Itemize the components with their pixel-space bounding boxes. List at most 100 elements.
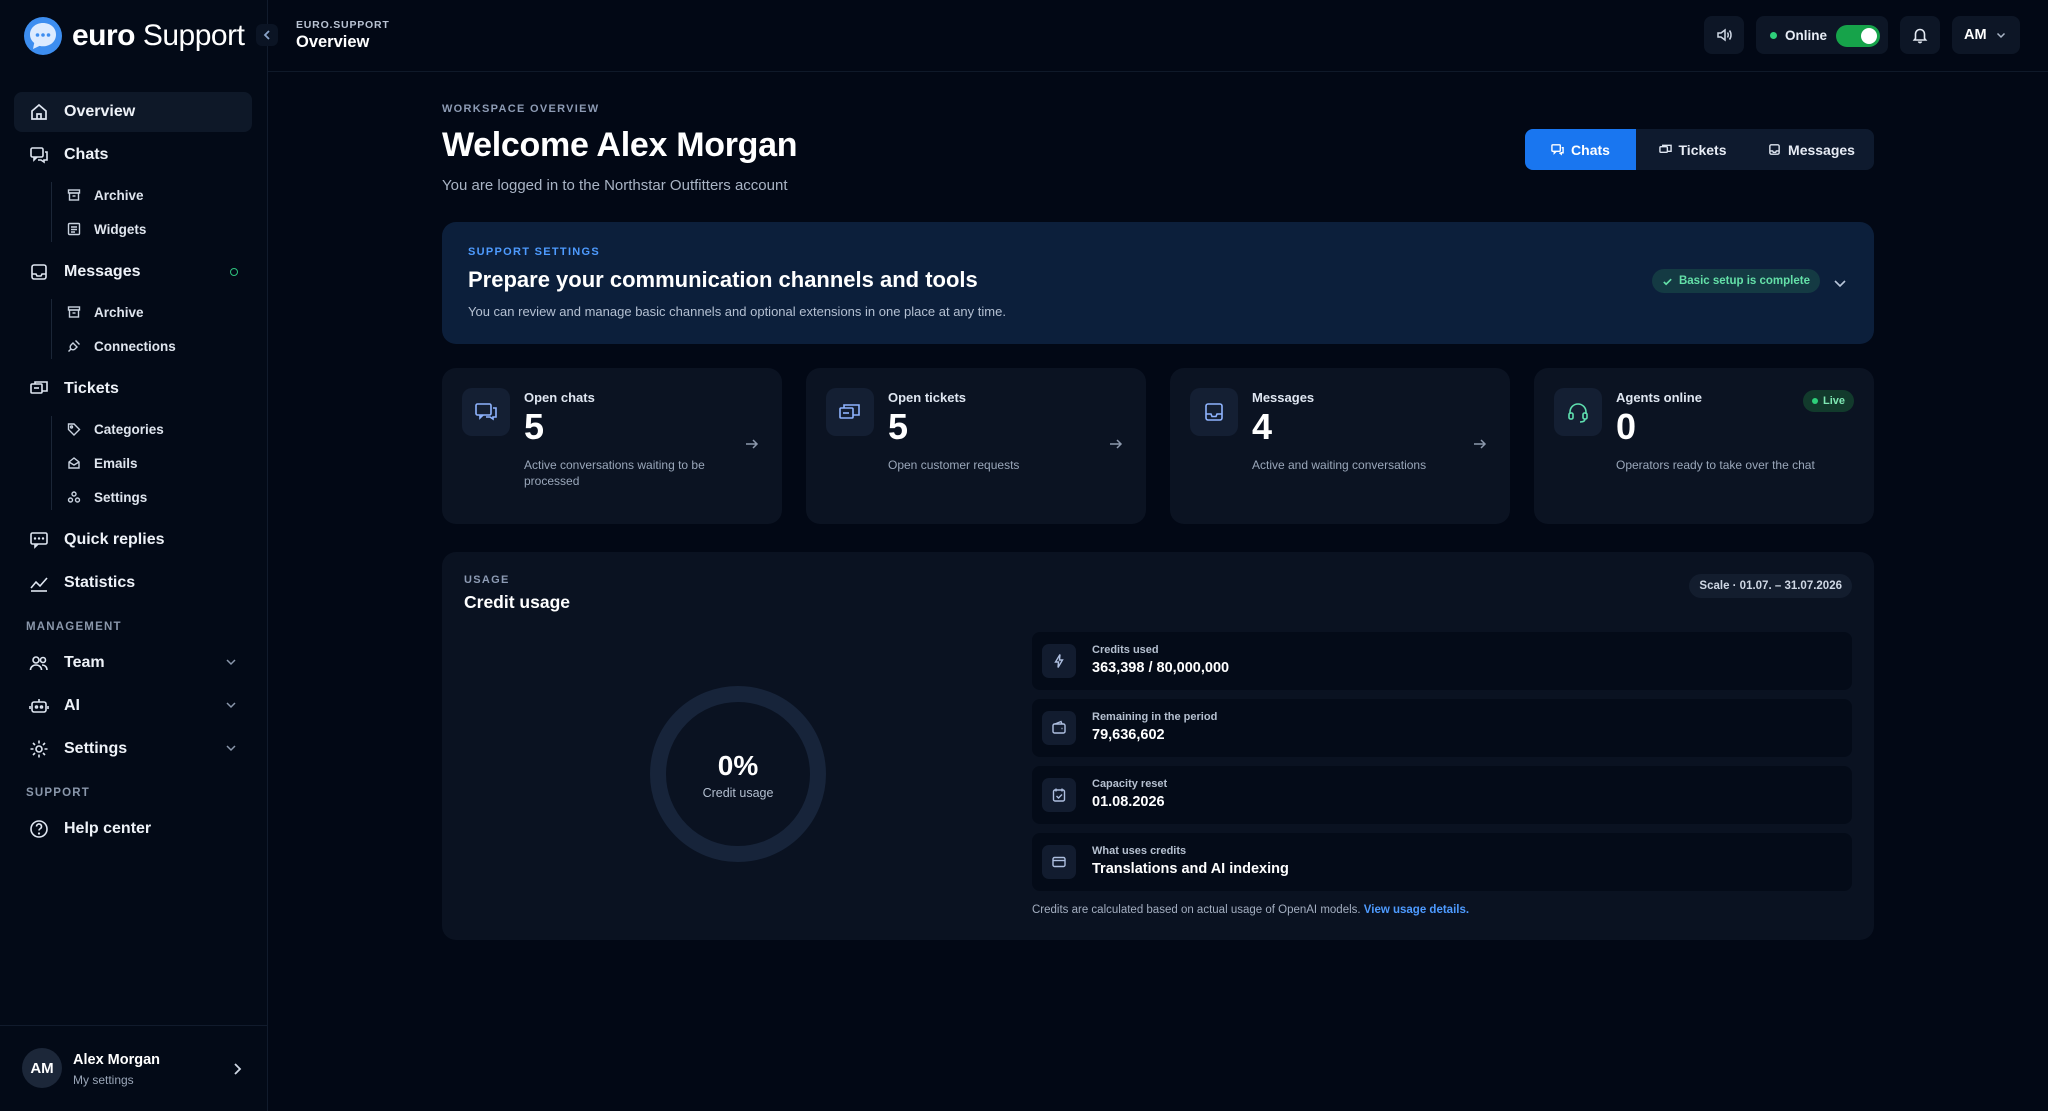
home-icon bbox=[28, 101, 50, 123]
live-dot bbox=[1811, 398, 1818, 404]
live-badge: Live bbox=[1802, 390, 1854, 412]
widgets-icon bbox=[66, 221, 82, 237]
list-item: Capacity reset 01.08.2026 bbox=[1032, 766, 1852, 824]
headset-icon bbox=[1554, 388, 1602, 436]
chevron-left-icon bbox=[263, 30, 270, 40]
credit-usage-ring-label: Credit usage bbox=[702, 786, 774, 800]
chats-icon bbox=[462, 388, 510, 436]
help-icon bbox=[28, 818, 50, 840]
online-dot bbox=[1770, 31, 1777, 39]
sidebar-item-chats-archive[interactable]: Archive bbox=[42, 178, 252, 212]
stat-card-agents-online[interactable]: Agents online 0 Operators ready to take … bbox=[1534, 368, 1874, 524]
speaker-icon bbox=[1717, 28, 1732, 42]
sidebar-item-settings[interactable]: Settings bbox=[14, 729, 252, 769]
team-icon bbox=[28, 652, 50, 674]
tickets-icon bbox=[826, 388, 874, 436]
sidebar-item-chats[interactable]: Chats bbox=[14, 135, 252, 175]
check-icon bbox=[1663, 278, 1672, 285]
chats-icon bbox=[1551, 144, 1564, 156]
users-cog-icon bbox=[66, 489, 82, 505]
messages-status-dot bbox=[230, 268, 238, 276]
stat-value: 4 bbox=[1252, 406, 1273, 447]
view-usage-details-link[interactable]: View usage details. bbox=[1364, 904, 1469, 916]
user-settings-link: My settings bbox=[73, 1073, 134, 1087]
sidebar-item-ai[interactable]: AI bbox=[14, 686, 252, 726]
avatar: AM bbox=[22, 1048, 62, 1088]
sound-button[interactable] bbox=[1704, 16, 1744, 54]
sidebar-item-tickets[interactable]: Tickets bbox=[14, 369, 252, 409]
tag-icon bbox=[66, 421, 82, 437]
quick-reply-icon bbox=[28, 529, 50, 551]
overview-tabs: Chats Tickets Messages bbox=[1525, 129, 1874, 170]
support-settings-title: Prepare your communication channels and … bbox=[468, 267, 978, 292]
online-status-toggle[interactable]: Online bbox=[1756, 16, 1888, 54]
sidebar-item-quick-replies[interactable]: Quick replies bbox=[14, 520, 252, 560]
card-icon bbox=[1042, 845, 1076, 879]
sidebar: euro Support Overview Chats Archive Widg… bbox=[0, 0, 268, 1111]
brand[interactable]: euro Support bbox=[22, 14, 245, 58]
messages-subnav: Archive Connections bbox=[42, 295, 252, 363]
list-item: Credits used 363,398 / 80,000,000 bbox=[1032, 632, 1852, 690]
tickets-icon bbox=[28, 378, 50, 400]
archive-icon bbox=[66, 187, 82, 203]
wallet-icon bbox=[1042, 711, 1076, 745]
usage-footnote: Credits are calculated based on actual u… bbox=[1032, 904, 1470, 916]
stat-value: 0 bbox=[1616, 406, 1637, 447]
sidebar-item-messages-archive[interactable]: Archive bbox=[42, 295, 252, 329]
support-settings-eyebrow: SUPPORT SETTINGS bbox=[468, 246, 601, 258]
expand-chevron-icon[interactable] bbox=[1832, 275, 1848, 291]
chat-bubble-logo-icon bbox=[24, 17, 62, 55]
user-menu-button[interactable]: AM bbox=[1952, 16, 2020, 54]
arrow-right-icon[interactable] bbox=[744, 436, 760, 452]
tab-chats[interactable]: Chats bbox=[1525, 129, 1636, 170]
sidebar-item-messages[interactable]: Messages bbox=[14, 252, 252, 292]
list-item: What uses credits Translations and AI in… bbox=[1032, 833, 1852, 891]
section-label-management: MANAGEMENT bbox=[26, 621, 122, 633]
robot-icon bbox=[28, 695, 50, 717]
bell-icon bbox=[1912, 28, 1928, 44]
inbox-icon bbox=[1190, 388, 1238, 436]
sidebar-item-statistics[interactable]: Statistics bbox=[14, 563, 252, 603]
chevron-down-icon bbox=[226, 745, 236, 752]
sidebar-item-categories[interactable]: Categories bbox=[42, 412, 252, 446]
online-switch[interactable] bbox=[1836, 25, 1880, 47]
chats-subnav: Archive Widgets bbox=[42, 178, 252, 246]
setup-complete-badge: Basic setup is complete bbox=[1651, 269, 1820, 293]
chevron-down-icon bbox=[226, 659, 236, 666]
chevron-down-icon bbox=[226, 702, 236, 709]
sidebar-item-team[interactable]: Team bbox=[14, 643, 252, 683]
collapse-sidebar-button[interactable] bbox=[256, 24, 278, 46]
chevron-right-icon bbox=[234, 1063, 242, 1075]
welcome-heading: Welcome Alex Morgan bbox=[442, 126, 798, 164]
archive-icon bbox=[66, 304, 82, 320]
sidebar-item-overview[interactable]: Overview bbox=[14, 92, 252, 132]
support-settings-card[interactable]: SUPPORT SETTINGS Prepare your communicat… bbox=[442, 222, 1874, 344]
chevron-down-icon bbox=[1996, 32, 2005, 39]
stat-value: 5 bbox=[524, 406, 545, 447]
stat-card-open-chats[interactable]: Open chats 5 Active conversations waitin… bbox=[442, 368, 782, 524]
calendar-check-icon bbox=[1042, 778, 1076, 812]
topbar: EURO.SUPPORT Overview Online AM bbox=[268, 0, 2048, 72]
tab-tickets[interactable]: Tickets bbox=[1636, 129, 1749, 170]
user-profile-footer[interactable]: AM Alex Morgan My settings bbox=[0, 1025, 268, 1111]
account-subtitle: You are logged in to the Northstar Outfi… bbox=[442, 177, 788, 194]
plug-icon bbox=[66, 338, 82, 354]
inbox-icon bbox=[1769, 144, 1780, 155]
arrow-right-icon[interactable] bbox=[1472, 436, 1488, 452]
tab-messages[interactable]: Messages bbox=[1749, 129, 1874, 170]
sidebar-item-help-center[interactable]: Help center bbox=[14, 809, 252, 849]
chats-icon bbox=[28, 144, 50, 166]
stat-card-open-tickets[interactable]: Open tickets 5 Open customer requests bbox=[806, 368, 1146, 524]
stat-card-messages[interactable]: Messages 4 Active and waiting conversati… bbox=[1170, 368, 1510, 524]
notifications-button[interactable] bbox=[1900, 16, 1940, 54]
stat-value: 5 bbox=[888, 406, 909, 447]
sidebar-item-emails[interactable]: Emails bbox=[42, 446, 252, 480]
sidebar-item-widgets[interactable]: Widgets bbox=[42, 212, 252, 246]
sidebar-item-ticket-settings[interactable]: Settings bbox=[42, 480, 252, 514]
arrow-right-icon[interactable] bbox=[1108, 436, 1124, 452]
sidebar-item-connections[interactable]: Connections bbox=[42, 329, 252, 363]
usage-details-list: Credits used 363,398 / 80,000,000 Remain… bbox=[1032, 632, 1852, 900]
breadcrumb-workspace: EURO.SUPPORT bbox=[296, 19, 390, 31]
credit-usage-card: USAGE Credit usage Scale · 01.07. – 31.0… bbox=[442, 552, 1874, 940]
workspace-eyebrow: WORKSPACE OVERVIEW bbox=[442, 103, 600, 115]
